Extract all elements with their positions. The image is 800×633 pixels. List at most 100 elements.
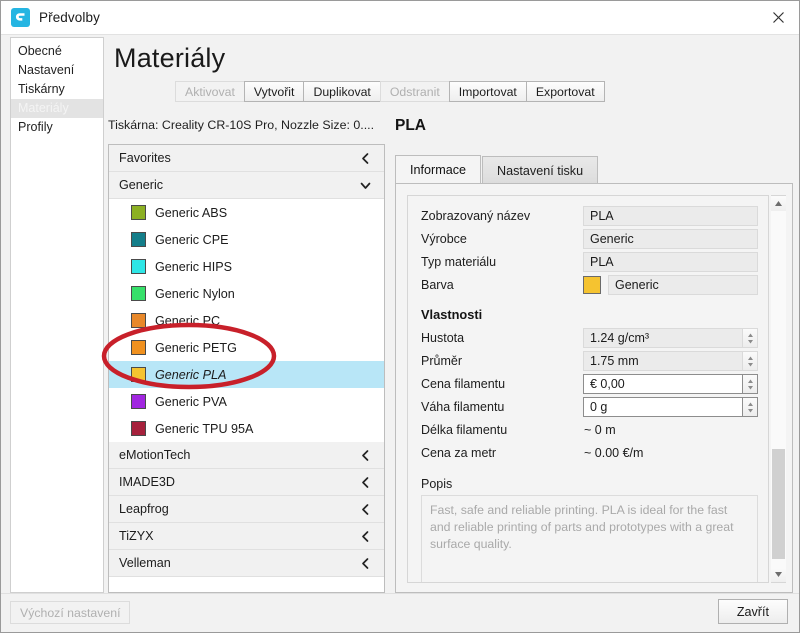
restore-defaults-button: Výchozí nastavení — [10, 601, 130, 624]
scrollbar-track[interactable] — [771, 211, 786, 567]
scrollbar-thumb[interactable] — [772, 449, 785, 559]
material-color-swatch — [131, 259, 146, 274]
material-name: Generic ABS — [155, 206, 227, 220]
material-group-velleman[interactable]: Velleman — [109, 550, 384, 577]
group-label: Generic — [119, 178, 359, 192]
list-item[interactable]: Generic ABS — [109, 199, 384, 226]
list-item[interactable]: Generic PC — [109, 307, 384, 334]
number-stepper[interactable] — [743, 397, 758, 417]
close-button[interactable]: Zavřít — [718, 599, 788, 624]
field-value: ~ 0 m — [583, 420, 758, 440]
material-color-swatch — [131, 205, 146, 220]
chevron-left-icon[interactable] — [359, 152, 372, 165]
description-textarea[interactable]: Fast, safe and reliable printing. PLA is… — [421, 495, 758, 583]
material-toolbar: AktivovatVytvořitDuplikovatOdstranitImpo… — [175, 81, 604, 102]
field-label: Typ materiálu — [421, 255, 583, 269]
group-label: IMADE3D — [119, 475, 359, 489]
field-label: Váha filamentu — [421, 400, 583, 414]
form-row: VýrobceGeneric — [421, 228, 758, 250]
list-empty-space — [109, 577, 384, 593]
field-value[interactable]: € 0,00 — [583, 374, 743, 394]
form-row: Váha filamentu0 g — [421, 396, 758, 418]
odstranit-button: Odstranit — [380, 81, 450, 102]
close-icon[interactable] — [755, 1, 800, 34]
sidebar-item-materi-ly[interactable]: Materiály — [11, 99, 103, 118]
material-group-imade3d[interactable]: IMADE3D — [109, 469, 384, 496]
description-label: Popis — [421, 477, 758, 491]
chevron-left-icon[interactable] — [359, 557, 372, 570]
material-name: Generic TPU 95A — [155, 422, 253, 436]
chevron-left-icon[interactable] — [359, 530, 372, 543]
detail-content: Zobrazovaný názevPLAVýrobceGenericTyp ma… — [407, 195, 769, 583]
material-name: Generic Nylon — [155, 287, 235, 301]
list-item[interactable]: Generic PVA — [109, 388, 384, 415]
footer-divider — [1, 593, 800, 594]
material-name: Generic PVA — [155, 395, 227, 409]
field-value[interactable]: 0 g — [583, 397, 743, 417]
material-name: Generic PETG — [155, 341, 237, 355]
field-value: Generic — [583, 229, 758, 249]
form-row: Typ materiáluPLA — [421, 251, 758, 273]
tab-informace[interactable]: Informace — [395, 155, 481, 184]
chevron-left-icon[interactable] — [359, 449, 372, 462]
form-row: Průměr1.75 mm — [421, 350, 758, 372]
selected-material-heading: PLA — [395, 117, 426, 135]
sidebar-item-obecn-[interactable]: Obecné — [11, 42, 103, 61]
field-label: Délka filamentu — [421, 423, 583, 437]
form-row: Délka filamentu~ 0 m — [421, 419, 758, 441]
properties-section-title: Vlastnosti — [421, 307, 758, 322]
material-group-leapfrog[interactable]: Leapfrog — [109, 496, 384, 523]
chevron-left-icon[interactable] — [359, 503, 372, 516]
cura-logo-icon — [11, 8, 30, 27]
sidebar-item-profily[interactable]: Profily — [11, 118, 103, 137]
preferences-window: Předvolby ObecnéNastaveníTiskárnyMateriá… — [0, 0, 800, 633]
field-value: ~ 0.00 €/m — [583, 443, 758, 463]
material-group-generic[interactable]: Generic — [109, 172, 384, 199]
list-item[interactable]: Generic PLA — [109, 361, 384, 388]
page-title: Materiály — [114, 43, 225, 74]
group-label: Velleman — [119, 556, 359, 570]
material-name: Generic PLA — [155, 368, 226, 382]
material-name: Generic CPE — [155, 233, 229, 247]
exportovat-button[interactable]: Exportovat — [526, 81, 605, 102]
list-item[interactable]: Generic PETG — [109, 334, 384, 361]
list-item[interactable]: Generic CPE — [109, 226, 384, 253]
color-swatch[interactable] — [583, 276, 601, 294]
list-item[interactable]: Generic Nylon — [109, 280, 384, 307]
window-title: Předvolby — [39, 10, 100, 25]
field-label: Zobrazovaný název — [421, 209, 583, 223]
form-row: BarvaGeneric — [421, 274, 758, 296]
list-item[interactable]: Generic HIPS — [109, 253, 384, 280]
importovat-button[interactable]: Importovat — [449, 81, 527, 102]
material-group-emotiontech[interactable]: eMotionTech — [109, 442, 384, 469]
material-color-swatch — [131, 421, 146, 436]
detail-scrollbar[interactable] — [771, 195, 786, 583]
duplikovat-button[interactable]: Duplikovat — [303, 81, 380, 102]
detail-tabs: InformaceNastavení tisku — [395, 155, 599, 184]
scroll-up-arrow-icon[interactable] — [771, 196, 786, 211]
preferences-sidebar: ObecnéNastaveníTiskárnyMateriályProfily — [10, 37, 104, 593]
scroll-down-arrow-icon[interactable] — [771, 567, 786, 582]
material-color-swatch — [131, 286, 146, 301]
aktivovat-button: Aktivovat — [175, 81, 245, 102]
field-value: Generic — [608, 275, 758, 295]
window-title-bar: Předvolby — [1, 1, 800, 35]
group-label: eMotionTech — [119, 448, 359, 462]
form-row: Zobrazovaný názevPLA — [421, 205, 758, 227]
form-row: Cena filamentu€ 0,00 — [421, 373, 758, 395]
chevron-left-icon[interactable] — [359, 476, 372, 489]
sidebar-item-nastaven-[interactable]: Nastavení — [11, 61, 103, 80]
number-stepper[interactable] — [743, 374, 758, 394]
number-stepper[interactable] — [743, 351, 758, 371]
vytvo-it-button[interactable]: Vytvořit — [244, 81, 305, 102]
material-name: Generic PC — [155, 314, 220, 328]
material-group-tizyx[interactable]: TiZYX — [109, 523, 384, 550]
list-item[interactable]: Generic TPU 95A — [109, 415, 384, 442]
number-stepper[interactable] — [743, 328, 758, 348]
material-group-favorites[interactable]: Favorites — [109, 145, 384, 172]
material-list[interactable]: Favorites Generic Generic ABS Generic CPE Ge… — [108, 144, 385, 593]
tab-nastaven-tisku[interactable]: Nastavení tisku — [482, 156, 598, 184]
chevron-down-icon[interactable] — [359, 179, 372, 192]
field-label: Výrobce — [421, 232, 583, 246]
sidebar-item-tisk-rny[interactable]: Tiskárny — [11, 80, 103, 99]
